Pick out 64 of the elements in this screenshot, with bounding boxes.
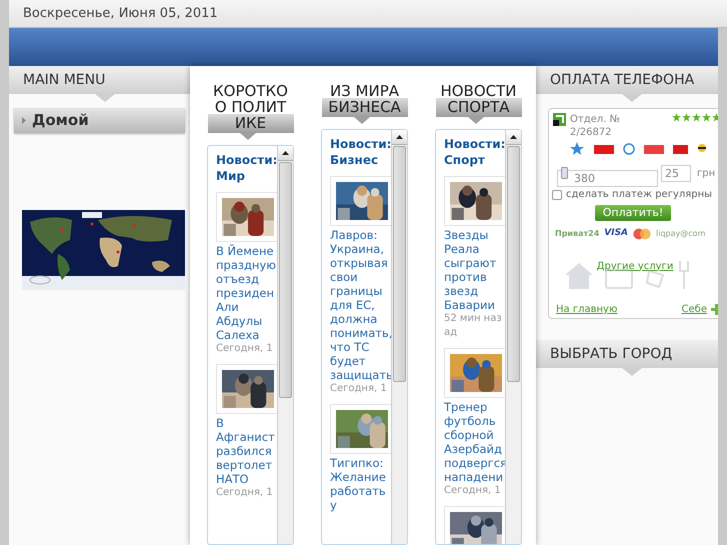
scrollbar[interactable] (391, 130, 407, 544)
branch-label: Отдел. № (570, 113, 620, 126)
news-time: Сегодня, 1 (444, 484, 502, 498)
scroll-thumb[interactable] (279, 162, 292, 398)
section-title: ВЫБРАТЬ ГОРОД (550, 344, 672, 364)
news-time: Сегодня, 1 (216, 342, 274, 356)
checkbox-label: сделать платеж регулярны (566, 188, 712, 202)
news-headline[interactable]: В Афганист разбился вертолет НАТО (216, 416, 277, 486)
triangle-icon (22, 117, 26, 124)
bee-logo-icon (697, 143, 707, 155)
scroll-up-button[interactable] (506, 130, 521, 145)
column-heading: ИЗ МИРА БИЗНЕСА (322, 83, 408, 117)
house-icon (565, 263, 593, 289)
scroll-up-button[interactable] (392, 130, 407, 145)
self-link[interactable]: Себе (682, 302, 707, 317)
news-headline[interactable]: Звезды Реала сыграют против звезд Баварии (444, 228, 505, 312)
date-text: Воскресенье, Июня 05, 2011 (23, 4, 218, 23)
currency-label: грн (697, 167, 716, 181)
column-heading: КОРОТКО О ПОЛИТИКЕ (208, 83, 294, 133)
star-icon (692, 113, 701, 122)
checkbox[interactable] (552, 190, 562, 200)
phone-icon (561, 167, 568, 179)
news-headline[interactable]: Тигипко: Желание работать у (330, 456, 391, 512)
operator-logo-icon (673, 144, 688, 154)
other-services-link[interactable]: Другие услуги (596, 258, 674, 274)
operator-logo-icon (594, 144, 614, 154)
section-title: MAIN MENU (23, 70, 106, 90)
scrollbar[interactable] (505, 130, 521, 544)
widget-title[interactable]: Новости: Мир (216, 152, 275, 184)
star-logo-icon (569, 142, 585, 156)
scroll-up-button[interactable] (278, 146, 293, 161)
fork-icon (679, 261, 689, 289)
up-arrow-icon (396, 135, 403, 139)
circles-logo-icon (633, 228, 652, 240)
up-arrow-icon (282, 151, 289, 155)
branch-number: 2/26872 (570, 126, 613, 139)
home-link[interactable]: На главную (556, 302, 618, 317)
payment-logo: VISA (604, 227, 628, 240)
star-icon (672, 113, 681, 122)
payment-logo: Приват24 (555, 228, 600, 240)
widget-title[interactable]: Новости: Спорт (444, 136, 503, 168)
operator-logo-icon (644, 144, 664, 154)
news-headline[interactable]: В Йемене праздную отъезд президен Али Абдулы Салеха (216, 244, 277, 342)
column-heading: НОВОСТИ СПОРТА (436, 83, 522, 117)
up-arrow-icon (510, 135, 517, 139)
scroll-thumb[interactable] (393, 146, 406, 382)
payment-logo: liqpay@com (656, 228, 706, 240)
pointer-icon (622, 368, 642, 376)
amount-input[interactable]: 25 (661, 165, 691, 182)
globe-logo-icon (623, 143, 635, 155)
news-time: 52 мин назад (444, 312, 503, 340)
star-icon (682, 113, 691, 122)
scroll-thumb[interactable] (507, 146, 520, 382)
news-headline[interactable]: Лавров: Украина, открывая свои границы для ЕС, должна понимать, что ТС будет защищать (330, 228, 391, 382)
section-title: ОПЛАТА ТЕЛЕФОНА (550, 70, 694, 90)
news-time: Сегодня, 1 (330, 382, 388, 396)
news-headline[interactable]: Тренер футболь сборной Азербайд подвергся нападени (444, 400, 505, 484)
scrollbar[interactable] (277, 146, 293, 544)
news-time: Сегодня, 1 (216, 486, 274, 500)
privat-logo-icon (553, 113, 566, 126)
phone-input[interactable]: 380 (557, 170, 658, 187)
menu-item[interactable]: Домой (14, 108, 185, 133)
pay-button[interactable]: Оплатить! (595, 205, 671, 221)
widget-title[interactable]: Новости: Бизнес (330, 136, 389, 168)
